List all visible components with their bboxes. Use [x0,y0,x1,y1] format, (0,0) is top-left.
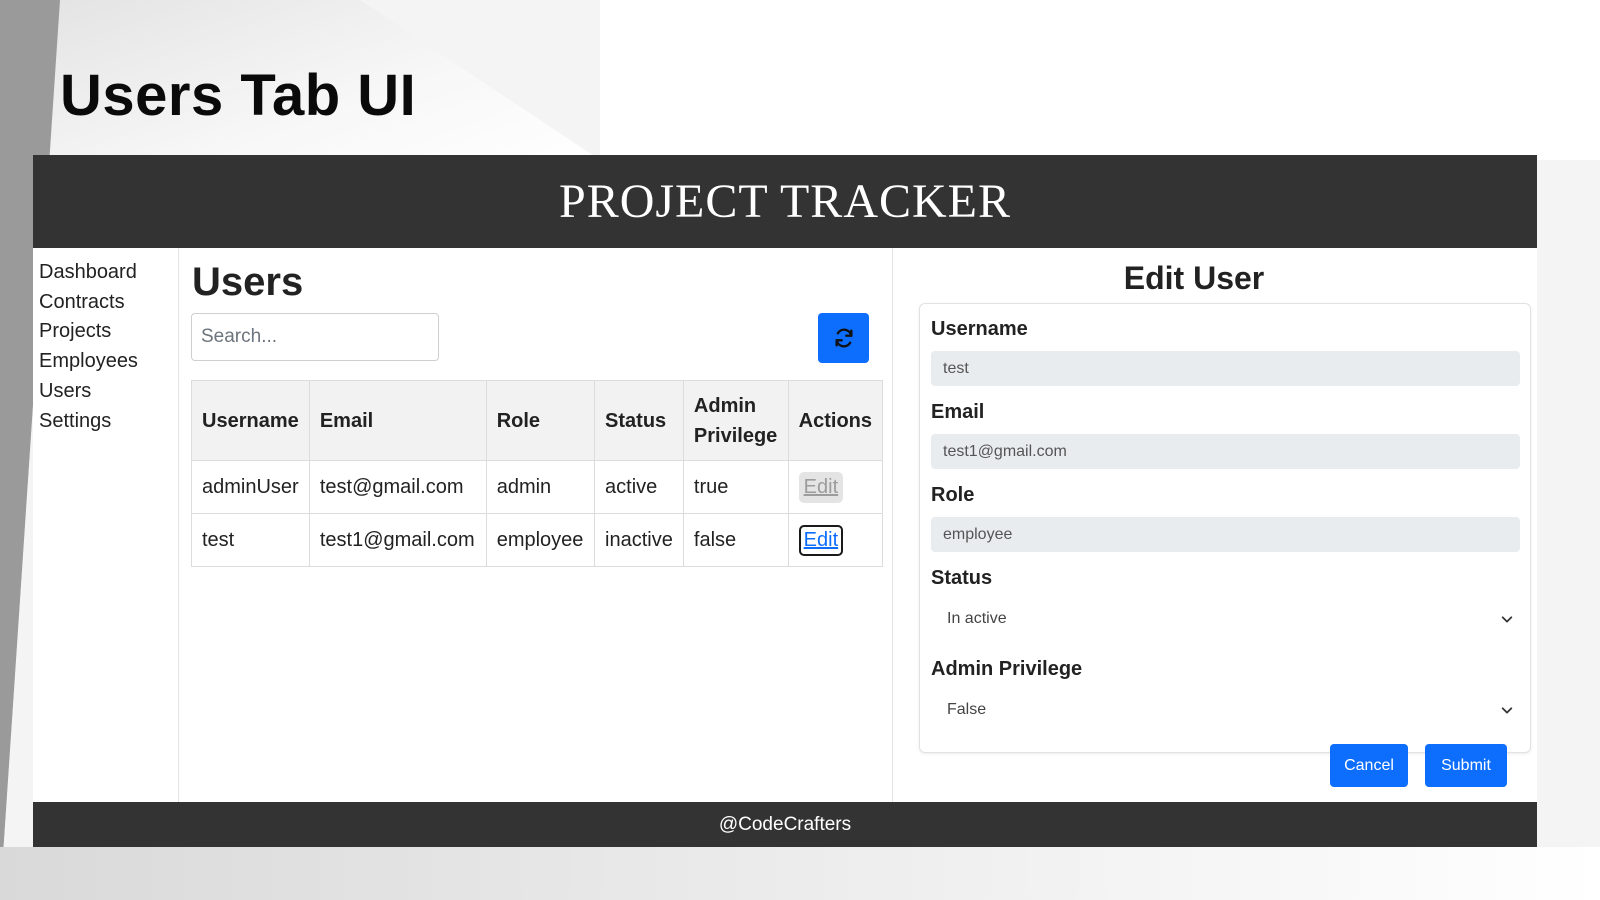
username-label: Username [931,318,1028,340]
cell-role: employee [485,513,596,567]
chevron-down-icon [1501,707,1513,714]
cell-email: test1@gmail.com [308,513,487,567]
sidebar-item-dashboard[interactable]: Dashboard [33,258,178,288]
edit-user-panel: Edit User Username Email Role Status In … [894,248,1537,802]
cancel-button[interactable]: Cancel [1330,744,1408,787]
edit-user-title: Edit User [1123,260,1265,296]
sidebar-item-employees[interactable]: Employees [33,347,178,377]
refresh-icon [834,328,853,348]
column-header-status[interactable]: Status [594,380,684,461]
admin-privilege-select[interactable]: False [931,690,1520,730]
footer-text: @CodeCrafters [718,813,852,835]
username-field[interactable] [931,351,1520,386]
edit-button[interactable]: Edit [798,471,844,503]
app-title: PROJECT TRACKER [559,175,1011,228]
admin-privilege-select-value: False [947,701,987,718]
cell-status: inactive [594,513,684,567]
page-title: Users [192,260,304,304]
column-header-actions: Actions [787,380,884,461]
cell-status: active [594,460,684,514]
column-header-role[interactable]: Role [485,380,596,461]
chevron-down-icon [1501,616,1513,623]
app-body: Dashboard Contracts Projects Employees U… [33,248,1537,802]
column-header-username[interactable]: Username [191,380,310,461]
cell-admin-privilege: true [682,460,789,514]
status-select-value: In active [947,610,1007,627]
table-header-row: Username Email Role Status Admin Privile… [191,380,884,461]
admin-privilege-label: Admin Privilege [931,658,1083,680]
search-input[interactable] [191,313,439,361]
role-label: Role [931,484,975,506]
app-footer: @CodeCrafters [33,802,1537,847]
table-row: test test1@gmail.com employee inactive f… [191,513,884,567]
table-row: adminUser test@gmail.com admin active tr… [191,460,884,514]
status-label: Status [931,567,993,589]
slide-background-bottom [0,847,1600,900]
cell-actions: Edit [787,460,884,514]
app-header: PROJECT TRACKER [33,155,1537,248]
edit-user-form: Username Email Role Status In active Adm… [919,303,1531,753]
sidebar-item-settings[interactable]: Settings [33,407,178,437]
slide-title: Users Tab UI [60,63,417,128]
sidebar-item-projects[interactable]: Projects [33,317,178,347]
admin-header-line2: Privilege [693,424,778,447]
email-label: Email [931,401,985,423]
cell-username: test [191,513,310,567]
refresh-button[interactable] [818,313,869,363]
edit-button[interactable]: Edit [798,524,844,556]
column-header-email[interactable]: Email [308,380,487,461]
admin-header-line1: Admin [693,394,757,417]
status-select[interactable]: In active [931,599,1520,639]
sidebar-item-users[interactable]: Users [33,377,178,407]
cell-admin-privilege: false [682,513,789,567]
slide-background-panel [600,0,1600,160]
cell-role: admin [485,460,596,514]
app-window: PROJECT TRACKER Dashboard Contracts Proj… [33,155,1537,847]
cell-email: test@gmail.com [308,460,487,514]
cell-actions: Edit [787,513,884,567]
sidebar: Dashboard Contracts Projects Employees U… [33,248,179,802]
cell-username: adminUser [191,460,310,514]
submit-button[interactable]: Submit [1425,744,1507,787]
users-panel: Users Username Email Role Status [179,248,893,802]
sidebar-item-contracts[interactable]: Contracts [33,288,178,318]
column-header-admin-privilege[interactable]: Admin Privilege [682,380,789,461]
users-table: Username Email Role Status Admin Privile… [191,380,884,567]
email-field[interactable] [931,434,1520,469]
role-field[interactable] [931,517,1520,552]
